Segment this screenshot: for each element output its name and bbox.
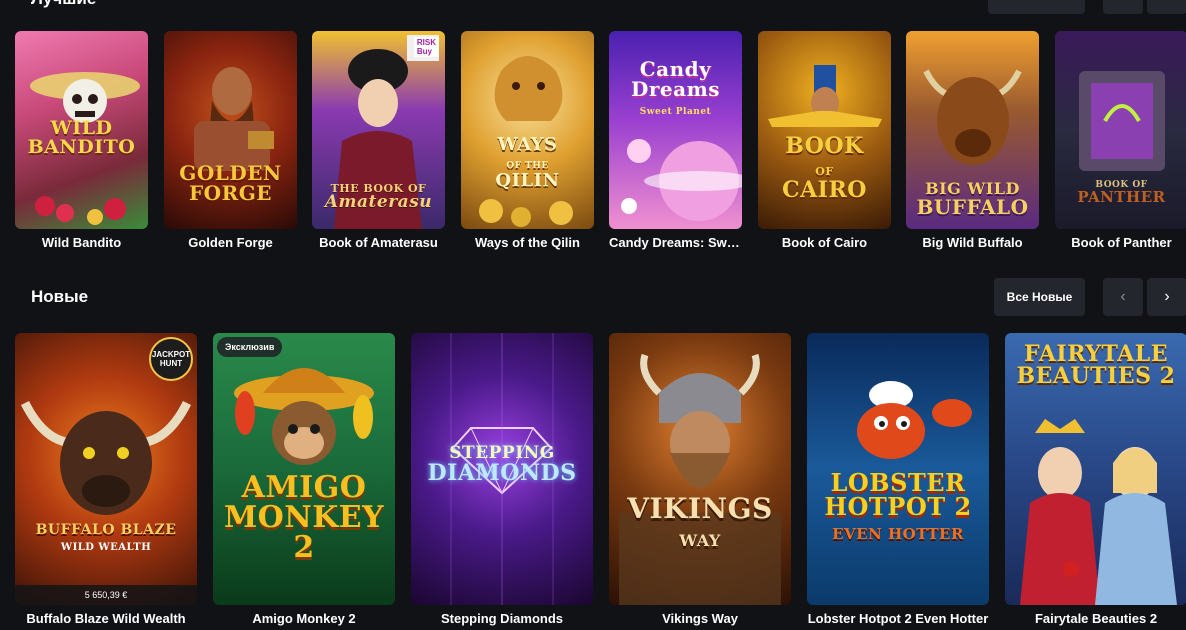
risk-buy-badge: RISK Buy bbox=[413, 37, 439, 57]
game-logo: BOOK OF PANTHER bbox=[1077, 180, 1166, 206]
game-name: Wild Bandito bbox=[41, 235, 122, 250]
game-thumbnail[interactable]: GOLDEN FORGE bbox=[164, 31, 297, 229]
game-card[interactable]: WAYS OF THE QILIN Ways of the Qilin bbox=[461, 31, 594, 251]
all-top-button[interactable] bbox=[988, 0, 1085, 14]
game-card[interactable]: VIKINGS WAY Vikings Way bbox=[609, 333, 791, 627]
game-logo: FAIRYTALE BEAUTIES 2 bbox=[1016, 341, 1176, 389]
jackpot-hunt-badge: JACKPOT HUNT bbox=[149, 337, 193, 381]
chevron-right-icon[interactable]: › bbox=[1147, 278, 1186, 316]
chevron-left-icon[interactable]: ‹ bbox=[1103, 278, 1143, 316]
game-thumbnail[interactable]: JACKPOT HUNT BUFFALO BLAZE WILD WEALTH 5… bbox=[15, 333, 197, 605]
game-thumbnail[interactable]: WAYS OF THE QILIN bbox=[461, 31, 594, 229]
game-logo: BUFFALO BLAZE bbox=[35, 522, 177, 538]
game-logo: STEPPING DIAMONDS bbox=[427, 443, 577, 486]
game-card[interactable]: RISK Buy THE BOOK OF Amaterasu Book of Ama… bbox=[312, 31, 445, 251]
section-title-new: Новые bbox=[31, 287, 89, 306]
game-card[interactable]: JACKPOT HUNT BUFFALO BLAZE WILD WEALTH 5… bbox=[15, 333, 197, 627]
game-name: Golden Forge bbox=[188, 235, 273, 250]
all-new-button[interactable]: Все Новые bbox=[994, 278, 1085, 316]
game-name: Big Wild Buffalo bbox=[922, 235, 1023, 250]
game-logo: LOBSTER HOTPOT 2 bbox=[824, 468, 972, 521]
game-logo: VIKINGS WAY bbox=[627, 492, 773, 550]
game-card[interactable]: Эксклюзив AMIGO MONKEY 2 Amigo Monkey 2 bbox=[213, 333, 395, 627]
game-name: Candy Dreams: Sweet Planet bbox=[609, 235, 742, 250]
game-name: Vikings Way bbox=[662, 611, 738, 626]
game-name: Amigo Monkey 2 bbox=[252, 611, 356, 626]
game-logo: Candy Dreams bbox=[631, 57, 720, 101]
game-card[interactable]: BOOK OF CAIRO Book of Cairo bbox=[758, 31, 891, 251]
exclusive-badge: Эксклюзив bbox=[217, 337, 283, 357]
game-name: Fairytale Beauties 2 bbox=[1034, 611, 1158, 626]
game-name: Ways of the Qilin bbox=[475, 235, 580, 250]
game-thumbnail[interactable]: RISK Buy THE BOOK OF Amaterasu bbox=[312, 31, 445, 229]
jackpot-amount: 5 650,39 € bbox=[15, 585, 197, 605]
game-logo-sub: WILD WEALTH bbox=[60, 542, 152, 553]
game-logo: GOLDEN FORGE bbox=[179, 161, 282, 205]
game-logo: THE BOOK OF Amaterasu bbox=[324, 182, 433, 212]
game-card[interactable]: BOOK OF PANTHER Book of Panther bbox=[1055, 31, 1186, 251]
game-name: Lobster Hotpot 2 Even Hotter bbox=[807, 611, 989, 626]
game-thumbnail[interactable]: LOBSTER HOTPOT 2 EVEN HOTTER bbox=[807, 333, 989, 605]
game-name: Book of Cairo bbox=[781, 235, 868, 250]
game-card[interactable]: LOBSTER HOTPOT 2 EVEN HOTTER Lobster Hotp… bbox=[807, 333, 989, 627]
game-logo: WAYS OF THE QILIN bbox=[495, 134, 560, 191]
game-name: Buffalo Blaze Wild Wealth bbox=[26, 611, 186, 626]
game-thumbnail[interactable]: STEPPING DIAMONDS bbox=[411, 333, 593, 605]
game-card[interactable]: GOLDEN FORGE Golden Forge bbox=[164, 31, 297, 251]
game-thumbnail[interactable]: WILD BANDITO bbox=[15, 31, 148, 229]
top-next-button[interactable] bbox=[1147, 0, 1186, 14]
qilin-art bbox=[479, 56, 573, 227]
section-title-top: Лучшие bbox=[31, 0, 96, 9]
game-logo: BIG WILD BUFFALO bbox=[916, 179, 1029, 219]
game-logo-sub: EVEN HOTTER bbox=[832, 525, 964, 543]
game-card[interactable]: BIG WILD BUFFALO Big Wild Buffalo bbox=[906, 31, 1039, 251]
game-thumbnail[interactable]: Эксклюзив AMIGO MONKEY 2 bbox=[213, 333, 395, 605]
game-name: Book of Panther bbox=[1071, 235, 1172, 250]
game-thumbnail[interactable]: FAIRYTALE BEAUTIES 2 bbox=[1005, 333, 1186, 605]
game-thumbnail[interactable]: BOOK OF PANTHER bbox=[1055, 31, 1186, 229]
top-prev-button[interactable] bbox=[1103, 0, 1143, 14]
game-card[interactable]: STEPPING DIAMONDS Stepping Diamonds bbox=[411, 333, 593, 627]
game-logo: WILD BANDITO bbox=[27, 117, 136, 158]
game-card[interactable]: FAIRYTALE BEAUTIES 2 Fairytale Beauties 2 bbox=[1005, 333, 1186, 627]
game-card[interactable]: Candy Dreams Sweet Planet Candy Dreams: S… bbox=[609, 31, 742, 251]
game-thumbnail[interactable]: BIG WILD BUFFALO bbox=[906, 31, 1039, 229]
game-name: Book of Amaterasu bbox=[319, 235, 438, 250]
game-logo: AMIGO MONKEY 2 bbox=[223, 470, 385, 565]
game-card[interactable]: WILD BANDITO Wild Bandito bbox=[15, 31, 148, 251]
game-thumbnail[interactable]: Candy Dreams Sweet Planet bbox=[609, 31, 742, 229]
viking-art bbox=[619, 353, 781, 605]
game-thumbnail[interactable]: BOOK OF CAIRO bbox=[758, 31, 891, 229]
casino-games-page: Лучшие WILDBANDITO Wild Bandi bbox=[0, 0, 1186, 630]
game-thumbnail[interactable]: VIKINGS WAY bbox=[609, 333, 791, 605]
game-name: Stepping Diamonds bbox=[440, 611, 564, 626]
game-logo: BOOK OF CAIRO bbox=[782, 133, 867, 203]
game-logo-sub: Sweet Planet bbox=[639, 107, 712, 117]
